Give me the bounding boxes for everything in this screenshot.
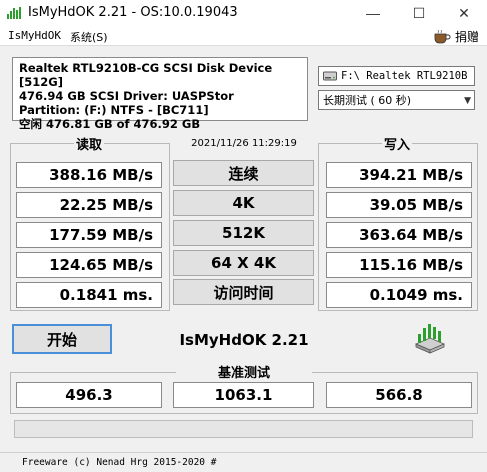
app-brand: IsMyHdOK 2.21 bbox=[179, 331, 309, 349]
drive-icon bbox=[323, 71, 337, 81]
maximize-button[interactable]: ☐ bbox=[396, 0, 442, 26]
write-access-time-value: 0.1049 ms. bbox=[326, 282, 472, 308]
start-button[interactable]: 开始 bbox=[12, 324, 112, 354]
donate-button[interactable]: 捐赠 bbox=[433, 28, 479, 45]
benchmark-read-score: 496.3 bbox=[16, 382, 162, 408]
device-info-panel: Realtek RTL9210B-CG SCSI Disk Device [51… bbox=[12, 57, 308, 131]
label-512k: 512K bbox=[173, 220, 314, 246]
menu-system[interactable]: 系统(S) bbox=[70, 29, 108, 45]
device-free-space: 空闲 476.81 GB of 476.92 GB bbox=[19, 117, 201, 131]
label-64x4k: 64 X 4K bbox=[173, 250, 314, 276]
write-512k-value: 363.64 MB/s bbox=[326, 222, 472, 248]
read-4k-value: 22.25 MB/s bbox=[16, 192, 162, 218]
write-header: 写入 bbox=[382, 134, 413, 153]
test-mode-value: 长期测试 ( 60 秒) bbox=[323, 94, 412, 107]
write-64x4k-value: 115.16 MB/s bbox=[326, 252, 472, 278]
drive-select[interactable]: F:\ Realtek RTL9210B bbox=[318, 66, 475, 86]
device-name: Realtek RTL9210B-CG SCSI Disk Device [51… bbox=[19, 61, 273, 89]
close-button[interactable]: ✕ bbox=[441, 0, 487, 26]
read-sequential-value: 388.16 MB/s bbox=[16, 162, 162, 188]
hdd-benchmark-logo-icon bbox=[414, 324, 446, 354]
device-size-driver: 476.94 GB SCSI Driver: UASPStor bbox=[19, 89, 234, 103]
window-title: IsMyHdOK 2.21 - OS:10.0.19043 bbox=[28, 5, 238, 20]
benchmark-write-score: 566.8 bbox=[326, 382, 472, 408]
drive-select-value: F:\ Realtek RTL9210B bbox=[341, 70, 468, 82]
minimize-button[interactable]: — bbox=[350, 0, 396, 26]
device-partition: Partition: (F:) NTFS - [BC711] bbox=[19, 103, 209, 117]
benchmark-label: 基准测试 bbox=[176, 362, 312, 381]
chevron-down-icon: ▼ bbox=[464, 96, 471, 106]
write-4k-value: 39.05 MB/s bbox=[326, 192, 472, 218]
test-timestamp: 2021/11/26 11:29:19 bbox=[191, 138, 297, 149]
write-sequential-value: 394.21 MB/s bbox=[326, 162, 472, 188]
label-4k: 4K bbox=[173, 190, 314, 216]
donate-label: 捐赠 bbox=[455, 30, 480, 44]
progress-bar bbox=[14, 420, 473, 438]
read-header: 读取 bbox=[74, 134, 105, 153]
app-icon bbox=[6, 5, 22, 21]
test-mode-select[interactable]: 长期测试 ( 60 秒) ▼ bbox=[318, 90, 475, 110]
benchmark-total-score: 1063.1 bbox=[173, 382, 314, 408]
read-512k-value: 177.59 MB/s bbox=[16, 222, 162, 248]
title-bar: IsMyHdOK 2.21 - OS:10.0.19043 — ☐ ✕ bbox=[0, 0, 487, 26]
label-access-time: 访问时间 bbox=[173, 279, 314, 305]
read-access-time-value: 0.1841 ms. bbox=[16, 282, 162, 308]
coffee-cup-icon bbox=[434, 29, 451, 43]
label-sequential: 连续 bbox=[173, 160, 314, 186]
menu-ismyhdok[interactable]: IsMyHdOK bbox=[8, 29, 61, 42]
status-bar: Freeware (c) Nenad Hrg 2015-2020 # bbox=[0, 452, 487, 472]
read-64x4k-value: 124.65 MB/s bbox=[16, 252, 162, 278]
menu-bar: IsMyHdOK 系统(S) 捐赠 bbox=[0, 26, 487, 46]
